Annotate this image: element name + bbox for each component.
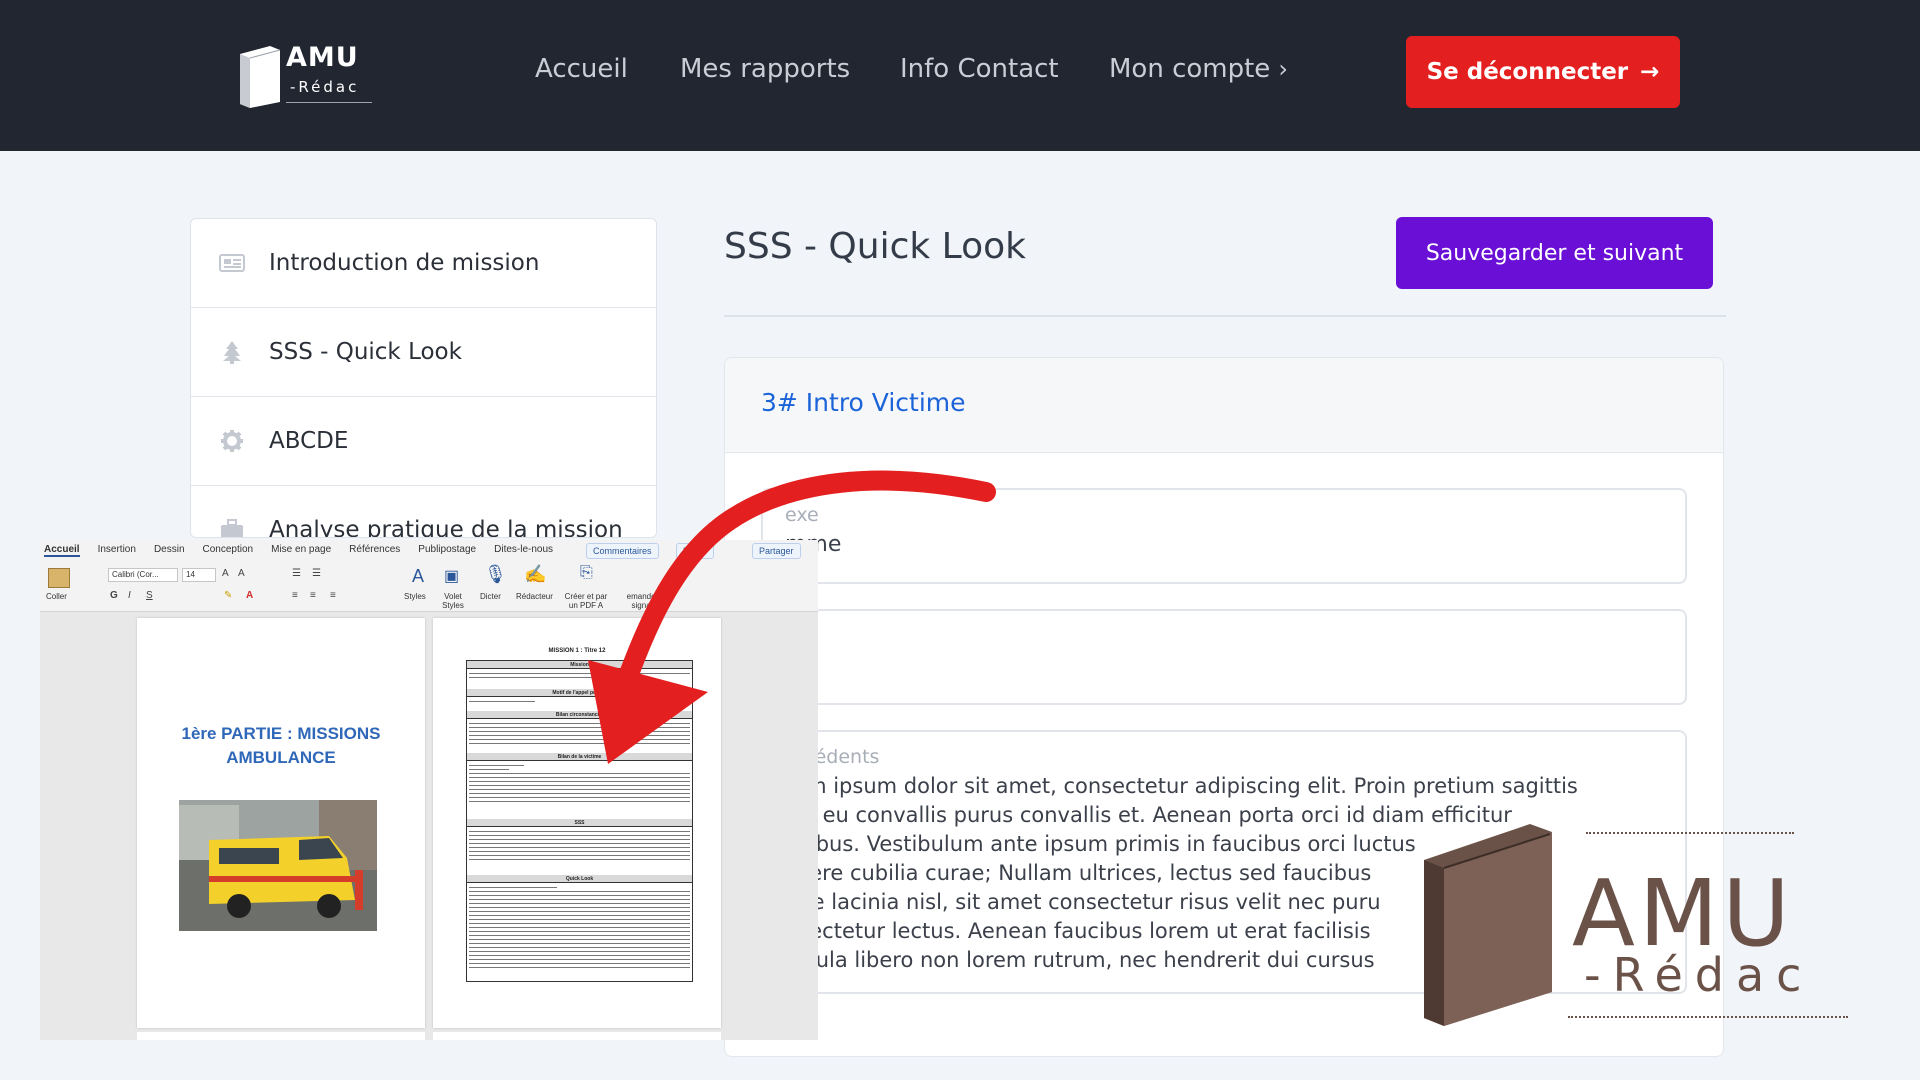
watermark-dotted-line [1568,1016,1848,1018]
watermark-text-redac: -Rédac [1584,948,1814,1002]
watermark-dotted-line [1586,832,1794,834]
book-icon [1424,824,1552,1026]
amu-redac-watermark: AMU -Rédac [1400,820,1880,1040]
